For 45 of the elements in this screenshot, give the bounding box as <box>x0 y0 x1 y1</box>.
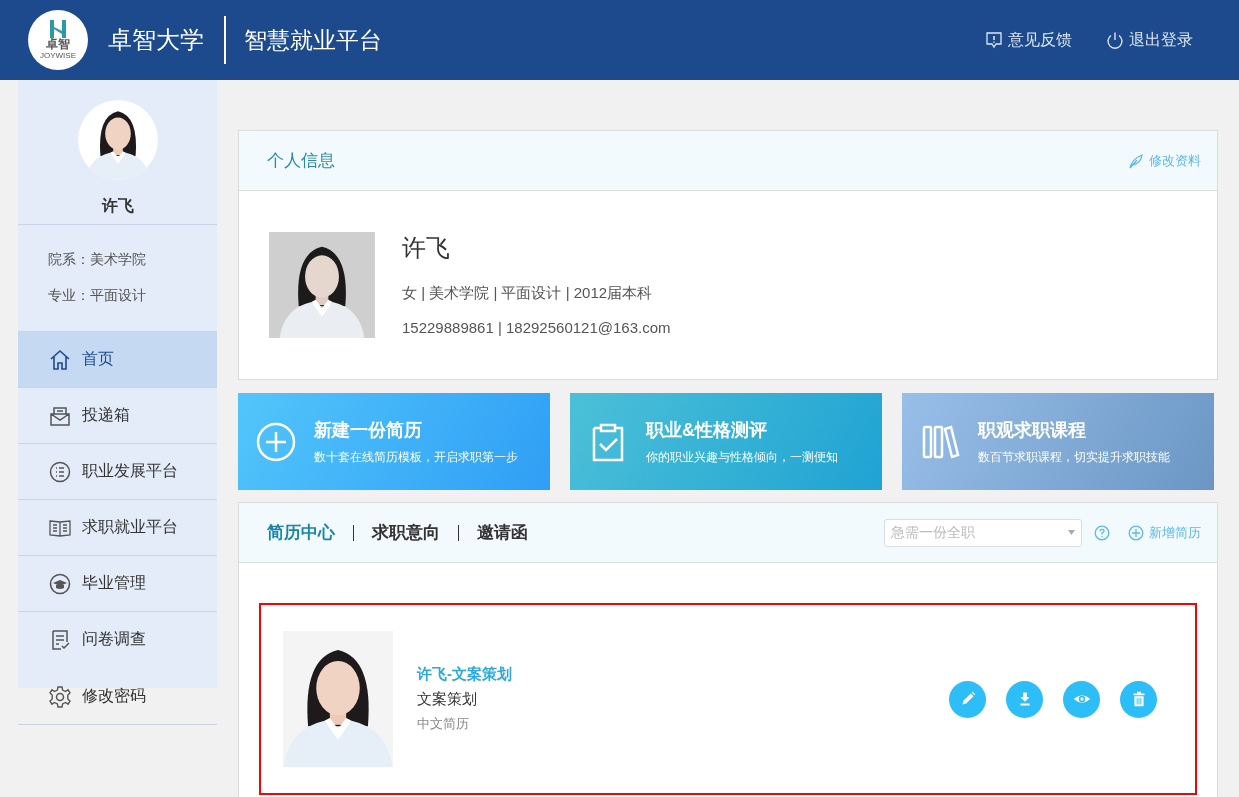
user-name: 许飞 <box>101 196 134 216</box>
tile-subtitle: 数百节求职课程，切实提升求职技能 <box>978 448 1170 466</box>
caret-icon <box>1068 530 1075 535</box>
tile-subtitle: 数十套在线简历模板，开启求职第一步 <box>314 448 518 466</box>
tile-title: 职业&性格测评 <box>646 418 768 442</box>
tile-title: 新建一份简历 <box>314 418 423 442</box>
settings-icon <box>48 684 72 709</box>
sidebar-item[interactable]: 毕业管理 <box>18 555 217 611</box>
sidebar-item[interactable]: 修改密码 <box>18 669 217 725</box>
profile-name: 许飞 <box>402 233 451 263</box>
download-button[interactable] <box>1006 680 1043 718</box>
sidebar-item[interactable]: 职业发展平台 <box>18 443 217 499</box>
sidebar-item[interactable]: 问卷调查 <box>18 611 217 667</box>
profile-summary: 女 | 美术学院 | 平面设计 | 2012届本科 <box>402 284 654 303</box>
home-icon <box>48 347 72 372</box>
trash-button[interactable] <box>1120 680 1157 718</box>
graduation-cap-icon <box>48 571 72 596</box>
card-title: 个人信息 <box>267 150 335 172</box>
tab[interactable]: 简历中心 <box>267 524 353 541</box>
eye-button[interactable] <box>1063 680 1100 718</box>
profile-contact: 15229889861 | 18292560121@163.com <box>402 319 671 336</box>
header-link[interactable]: 意见反馈 <box>985 29 1072 51</box>
university-name: 卓智大学 <box>108 16 226 64</box>
platform-title: 智慧就业平台 <box>244 25 382 55</box>
sidebar-item[interactable]: 首页 <box>18 331 217 387</box>
help-icon[interactable] <box>1094 524 1110 541</box>
resume-position: 文案策划 <box>417 690 478 709</box>
plus-circle-icon <box>1128 524 1144 541</box>
resume-language: 中文简历 <box>417 715 470 733</box>
pencil-button[interactable] <box>949 680 986 718</box>
sidebar-item[interactable]: 投递箱 <box>18 387 217 443</box>
detail-text: 院系：美术学院 <box>48 251 147 269</box>
feather-icon <box>1128 152 1144 169</box>
tab[interactable]: 邀请函 <box>458 524 546 541</box>
feedback-icon <box>985 31 1003 49</box>
sidebar-item[interactable]: 求职就业平台 <box>18 499 217 555</box>
university-logo: 卓智 JOYWISE <box>28 10 88 70</box>
list-icon <box>48 459 72 484</box>
tile-subtitle: 你的职业兴趣与性格倾向，一测便知 <box>646 448 838 466</box>
detail-text: 专业：平面设计 <box>48 287 147 305</box>
plus-circle-icon <box>256 421 296 462</box>
header-link[interactable]: 退出登录 <box>1106 29 1193 51</box>
power-icon <box>1106 31 1124 49</box>
tab[interactable]: 求职意向 <box>353 524 458 541</box>
tile-title: 职观求职课程 <box>978 418 1087 442</box>
